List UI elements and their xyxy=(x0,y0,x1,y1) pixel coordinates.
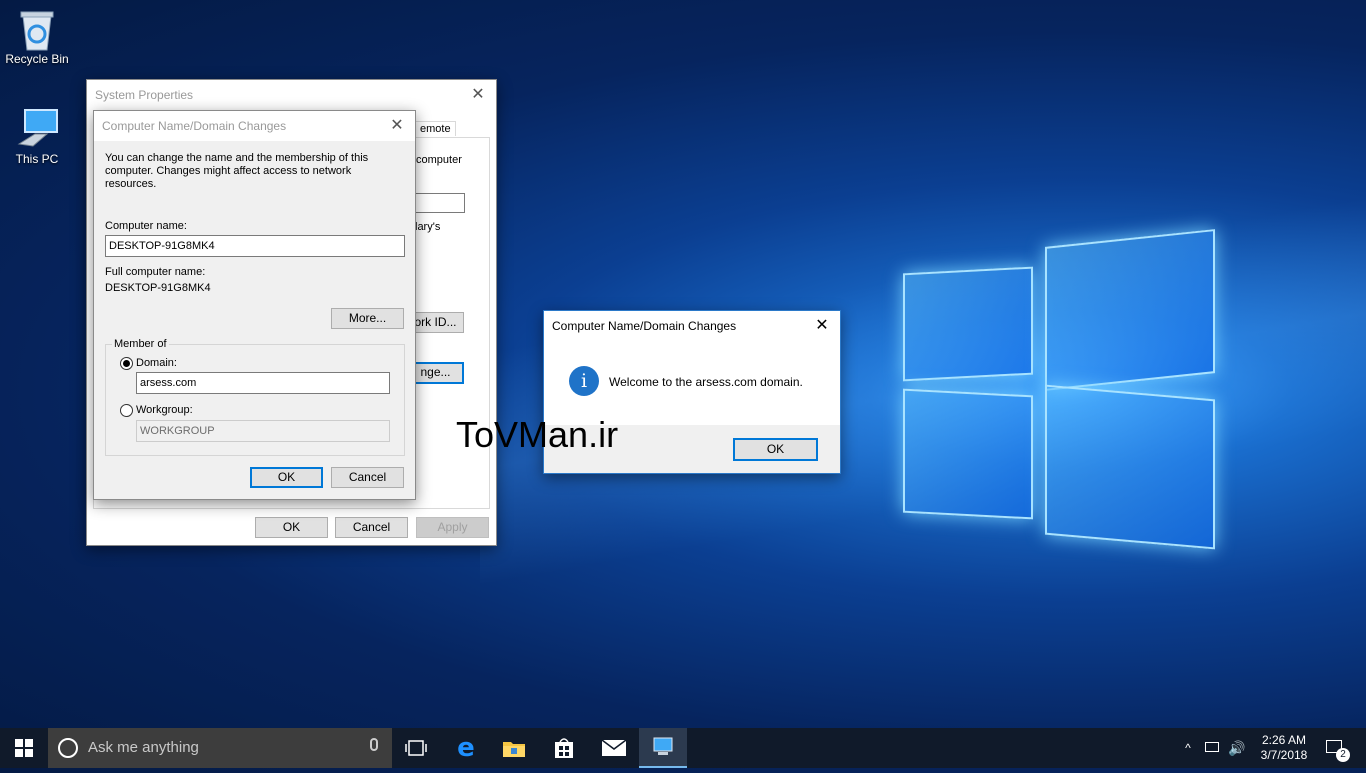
file-explorer-button[interactable] xyxy=(490,728,538,768)
start-button[interactable] xyxy=(0,728,48,768)
store-bag-icon xyxy=(555,738,573,758)
ok-button[interactable]: OK xyxy=(250,467,323,488)
member-of-label: Member of xyxy=(112,338,169,350)
domain-label: Domain: xyxy=(136,357,177,369)
cortana-search-box[interactable]: Ask me anything xyxy=(48,728,392,768)
close-icon[interactable]: ✕ xyxy=(468,80,488,110)
workgroup-radio[interactable] xyxy=(120,404,133,417)
taskbar: Ask me anything e ^ 🔊 2:26 AM 3/7/2018 2 xyxy=(0,728,1366,768)
edge-icon: e xyxy=(457,733,475,763)
edge-taskbar-button[interactable]: e xyxy=(442,728,490,768)
tab-remote[interactable]: emote xyxy=(415,121,456,136)
store-button[interactable] xyxy=(540,728,588,768)
full-computer-name-value: DESKTOP-91G8MK4 xyxy=(105,282,211,294)
mail-button[interactable] xyxy=(590,728,638,768)
network-icon[interactable] xyxy=(1204,728,1222,768)
computer-name-input[interactable]: DESKTOP-91G8MK4 xyxy=(105,235,405,257)
this-pc-label: This PC xyxy=(15,152,59,166)
clock[interactable]: 2:26 AM 3/7/2018 xyxy=(1254,728,1314,773)
info-icon: i xyxy=(569,366,599,396)
watermark-text: ToVMan.ir xyxy=(456,414,619,455)
domain-input[interactable]: arsess.com xyxy=(136,372,390,394)
cancel-button[interactable]: Cancel xyxy=(335,517,408,538)
computer-name-label: Computer name: xyxy=(105,220,187,232)
show-hidden-icons-chevron-icon[interactable]: ^ xyxy=(1180,728,1196,768)
window-title: System Properties xyxy=(95,88,194,102)
text-fragment: lary's xyxy=(415,221,441,233)
clock-time: 2:26 AM xyxy=(1261,733,1307,747)
clock-date: 3/7/2018 xyxy=(1260,748,1308,762)
action-center-button[interactable]: 2 xyxy=(1322,728,1352,768)
windows-start-icon xyxy=(15,739,33,757)
task-view-icon xyxy=(405,740,427,756)
system-properties-taskbar-button[interactable] xyxy=(639,728,687,768)
folder-icon xyxy=(503,742,525,757)
message-box-title: Computer Name/Domain Changes xyxy=(552,319,737,333)
text-fragment: computer xyxy=(416,154,462,166)
close-icon[interactable]: ✕ xyxy=(812,311,832,341)
description-text: You can change the name and the membersh… xyxy=(105,152,369,190)
more-button[interactable]: More... xyxy=(331,308,404,329)
apply-button[interactable]: Apply xyxy=(416,517,489,538)
workgroup-label: Workgroup: xyxy=(136,404,193,416)
recycle-bin-label: Recycle Bin xyxy=(5,52,69,66)
message-box-titlebar[interactable]: Computer Name/Domain Changes ✕ xyxy=(544,311,840,341)
workgroup-input[interactable]: WORKGROUP xyxy=(136,420,390,442)
recycle-bin-icon xyxy=(17,8,57,51)
computer-name-titlebar[interactable]: Computer Name/Domain Changes ✕ xyxy=(94,111,415,141)
domain-radio[interactable] xyxy=(120,357,133,370)
computer-name-dialog: Computer Name/Domain Changes ✕ You can c… xyxy=(93,110,416,500)
notification-count-badge: 2 xyxy=(1336,748,1350,762)
dialog-title: Computer Name/Domain Changes xyxy=(102,119,287,133)
ok-button[interactable]: OK xyxy=(255,517,328,538)
ok-button[interactable]: OK xyxy=(733,438,818,461)
full-computer-name-label: Full computer name: xyxy=(105,266,206,278)
welcome-message: Welcome to the arsess.com domain. xyxy=(609,375,803,389)
cortana-circle-icon xyxy=(58,738,78,758)
windows-logo-wallpaper xyxy=(895,228,1220,550)
mail-icon xyxy=(602,740,626,756)
close-icon[interactable]: ✕ xyxy=(387,111,407,141)
recycle-bin-shortcut[interactable]: Recycle Bin xyxy=(2,8,72,66)
volume-icon[interactable]: 🔊 xyxy=(1228,728,1246,768)
system-properties-titlebar[interactable]: System Properties ✕ xyxy=(87,80,496,110)
this-pc-shortcut[interactable]: This PC xyxy=(2,108,72,166)
search-placeholder: Ask me anything xyxy=(88,739,199,756)
microphone-icon[interactable] xyxy=(370,738,378,751)
task-view-button[interactable] xyxy=(392,728,440,768)
computer-icon xyxy=(17,108,58,148)
cancel-button[interactable]: Cancel xyxy=(331,467,404,488)
system-icon xyxy=(653,737,673,755)
